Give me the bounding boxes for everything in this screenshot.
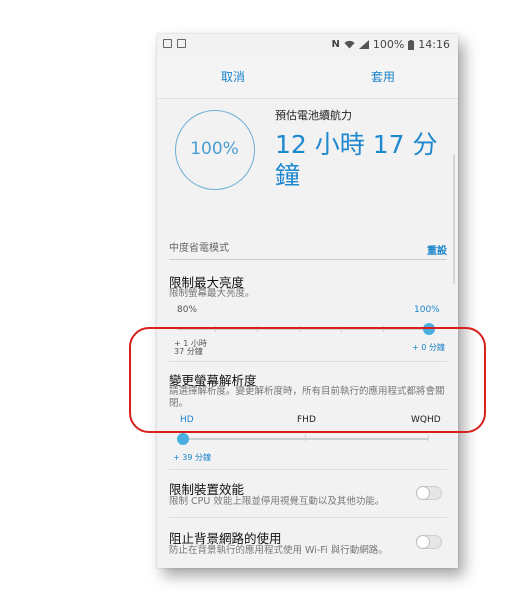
- cancel-button[interactable]: 取消: [221, 68, 245, 85]
- battery-icon: [408, 39, 415, 50]
- performance-desc: 限制 CPU 效能上限並停用視覺互動以及其他功能。: [169, 496, 385, 507]
- notification-icons: [163, 39, 186, 48]
- reset-button[interactable]: 重設: [427, 242, 447, 257]
- divider: [169, 517, 447, 518]
- photo-icon: [177, 39, 186, 48]
- highlight-annotation: [129, 327, 486, 433]
- background-network-desc: 防止在背景執行的應用程式使用 Wi-Fi 與行動網路。: [169, 545, 388, 556]
- signal-icon: [358, 40, 369, 49]
- brightness-desc: 限制螢幕最大亮度。: [169, 288, 255, 299]
- phone-screen: N 100% 14:16 取消 套用 100% 預估電池續航力 12 小時 17…: [157, 34, 458, 568]
- estimate-label: 預估電池續航力: [275, 109, 352, 122]
- wifi-icon: [344, 40, 355, 49]
- mode-title: 中度省電模式: [169, 243, 229, 254]
- resolution-tick: [428, 435, 429, 441]
- toggle-knob: [416, 486, 430, 500]
- divider: [169, 469, 447, 470]
- battery-percent-label: 100%: [190, 139, 239, 159]
- battery-percent: 100%: [372, 38, 405, 51]
- action-bar: 取消 套用: [157, 56, 458, 99]
- status-icons: N 100% 14:16: [331, 38, 450, 51]
- performance-toggle[interactable]: [416, 486, 442, 500]
- estimate-value: 12 小時 17 分鐘: [275, 130, 438, 190]
- battery-ring: 100%: [175, 110, 255, 190]
- brightness-min-label: 80%: [177, 305, 198, 315]
- scrollbar[interactable]: [453, 154, 455, 284]
- background-network-toggle[interactable]: [416, 535, 442, 549]
- toggle-knob: [416, 535, 430, 549]
- brightness-max-label: 100%: [414, 305, 440, 315]
- apply-button[interactable]: 套用: [371, 68, 395, 85]
- resolution-note: + 39 分鐘: [173, 453, 211, 462]
- clock: 14:16: [418, 38, 450, 51]
- resolution-thumb[interactable]: [177, 433, 189, 445]
- gallery-icon: [163, 39, 172, 48]
- resolution-tick: [305, 435, 306, 441]
- nfc-icon: N: [331, 39, 340, 50]
- mode-header: 中度省電模式 重設: [169, 239, 447, 260]
- status-bar: N 100% 14:16: [157, 34, 458, 56]
